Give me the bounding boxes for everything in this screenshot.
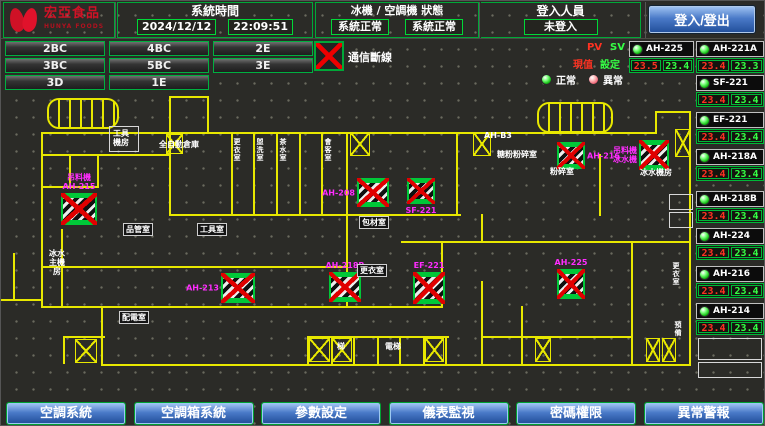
room-label: 包材室 [359,216,389,229]
wall-segment [481,281,483,364]
stair-x-icon [535,338,551,362]
ahu-comm-fail-icon[interactable] [357,178,389,207]
ahu-tag-label: AH-225 [555,258,588,267]
wall-segment [353,336,355,364]
stair-x-icon [350,132,370,156]
wall-segment [41,132,43,308]
ahu-comm-fail-icon[interactable] [413,272,445,304]
room-label: 糖粉粉碎室 [497,150,537,159]
wall-segment [169,96,209,98]
wall-segment [481,214,483,242]
room-label: 盥洗室 [256,138,264,162]
wall-segment [346,134,348,216]
room-label: 工具 機房 [113,129,129,147]
ahu-comm-fail-icon[interactable] [407,178,435,204]
wall-segment [41,266,348,268]
room-label: 冰水 主機 房 [49,249,65,276]
staircase-icon [47,98,119,129]
wall-segment [207,96,209,134]
ahu-comm-fail-icon[interactable] [639,140,669,170]
ahu-comm-fail-icon[interactable] [557,269,585,299]
wall-segment [299,134,301,216]
room-label: 冰水機房 [640,168,672,177]
ahu-tag-label: AH-213 [186,284,219,293]
stair-x-icon [646,338,660,362]
wall-segment [521,306,523,364]
ahu-tag-label: 吊料機 冰水機 [613,146,637,164]
ahu-comm-fail-icon[interactable] [61,193,97,225]
room-label: 更衣室 [672,262,680,286]
wall-segment [41,306,441,308]
wall-segment [445,336,447,364]
room-label: 全自動倉庫 [159,140,199,149]
room-label: 工具室 [197,223,227,236]
stair-x-icon [309,338,330,362]
room-label: 配電室 [119,311,149,324]
wall-segment [456,134,458,216]
ahu-comm-fail-icon[interactable] [221,273,255,303]
room-outline [669,194,693,210]
ahu-tag-label: 吊料機 AH-215 [63,173,96,191]
wall-segment [321,134,323,216]
wall-segment [481,336,633,338]
stair-x-icon [425,338,444,362]
wall-segment [401,241,689,243]
wall-segment [377,336,379,364]
wall-segment [169,96,171,134]
stair-x-icon [675,129,691,157]
wall-segment [655,111,657,134]
floor-plan: 吊料機 AH-215AH-213AH-208SF-221AH-218BEF-22… [1,1,764,425]
room-label: 茶水室 [279,138,287,162]
room-label: 品管室 [123,223,153,236]
wall-segment [41,154,171,156]
wall-segment [13,253,15,299]
room-label: 預備 [674,321,682,337]
wall-segment [276,134,278,216]
room-label: 粉碎室 [550,167,574,176]
room-label: 更衣室 [233,138,241,162]
wall-segment [631,241,633,308]
room-outline [669,212,693,228]
stair-x-icon [75,339,97,363]
hmi-screen: 吊料機 AH-215AH-213AH-208SF-221AH-218BEF-22… [0,0,765,426]
wall-segment [63,336,105,338]
ahu-tag-label: AH-208 [322,188,355,197]
staircase-icon [537,102,613,133]
stair-x-icon [662,338,676,362]
wall-segment [97,154,99,186]
wall-segment [631,306,633,364]
room-label: 會客室 [324,138,332,162]
room-label: 電梯 [385,342,401,351]
ahu-tag-label: SF-221 [406,206,437,215]
wall-segment [101,364,691,366]
ahu-comm-fail-icon[interactable] [557,142,585,169]
ahu-tag-label: EF-221 [414,261,445,270]
room-label: 梯 [337,342,345,351]
wall-segment [599,154,601,216]
room-label: 更衣室 [357,264,387,277]
wall-segment [63,336,65,364]
wall-segment [253,134,255,216]
wall-segment [655,111,691,113]
wall-segment [1,299,43,301]
room-label: AH-B3 [484,131,512,140]
